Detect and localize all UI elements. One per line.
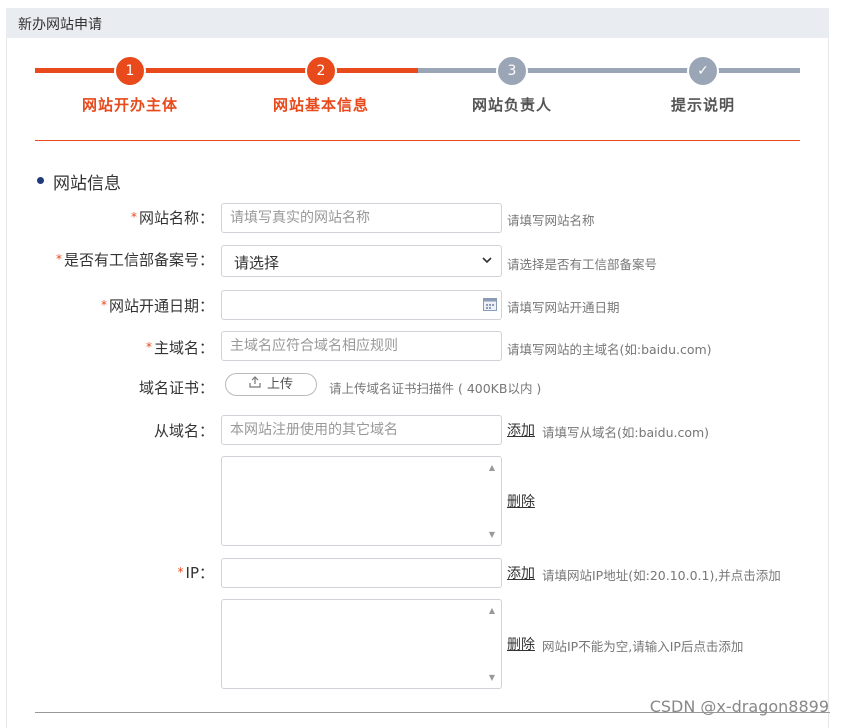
upload-button-label: 上传 (266, 377, 293, 392)
site-name-hint: 请填写网站名称 (507, 213, 595, 228)
ip-add-link[interactable]: 添加 (507, 563, 535, 583)
scroll-down-icon[interactable]: ▼ (489, 673, 495, 682)
step-1-label: 网站开办主体 (81, 96, 178, 114)
site-name-input[interactable] (221, 203, 502, 233)
scroll-down-icon[interactable]: ▼ (489, 530, 495, 539)
panel-header: 新办网站申请 (6, 8, 829, 38)
main-domain-label: * 主域名： (145, 339, 214, 357)
ip-listbox[interactable]: ▲ ▼ (221, 599, 502, 689)
main-domain-input[interactable] (221, 331, 502, 361)
scroll-up-icon[interactable]: ▲ (489, 463, 495, 472)
step-2-label: 网站基本信息 (272, 96, 369, 114)
ip-input[interactable] (221, 558, 502, 588)
section-title: 网站信息 (53, 174, 121, 194)
main-domain-hint: 请填写网站的主域名(如:baidu.com) (507, 342, 712, 357)
site-name-label: * 网站名称： (130, 209, 214, 227)
step-4-check-icon: ✓ (687, 55, 719, 87)
watermark: CSDN @x-dragon8899 (649, 697, 829, 716)
chevron-down-icon (481, 250, 493, 274)
icp-hint: 请选择是否有工信部备案号 (507, 257, 658, 272)
panel-title: 新办网站申请 (18, 17, 102, 33)
open-date-input[interactable] (221, 290, 502, 320)
stepper-divider (35, 140, 800, 141)
open-date-hint: 请填写网站开通日期 (507, 300, 620, 315)
ip-hint: 请填网站IP地址(如:20.10.0.1),并点击添加 (542, 568, 781, 583)
progress-track-todo (418, 68, 800, 73)
icp-label: * 是否有工信部备案号： (55, 251, 214, 269)
sub-domain-delete-link[interactable]: 删除 (507, 491, 535, 511)
icp-select-value: 请选择 (234, 254, 280, 272)
sub-domain-listbox[interactable]: ▲ ▼ (221, 456, 502, 546)
required-mark: * (130, 210, 137, 224)
progress-track-done (35, 68, 418, 73)
scroll-up-icon[interactable]: ▲ (489, 606, 495, 615)
domain-cert-label: 域名证书： (138, 379, 214, 397)
ip-label: * IP： (177, 564, 214, 582)
sub-domain-input[interactable] (221, 415, 502, 445)
domain-cert-hint: 请上传域名证书扫描件 ( 400KB以内 ) (329, 381, 542, 396)
step-2-circle: 2 (305, 55, 337, 87)
sub-domain-hint: 请填写从域名(如:baidu.com) (542, 425, 710, 440)
upload-button[interactable]: 上传 (225, 373, 317, 396)
sub-domain-add-link[interactable]: 添加 (507, 420, 535, 440)
step-3-circle: 3 (496, 55, 528, 87)
required-mark: * (145, 340, 152, 354)
sub-domain-label: 从域名： (153, 422, 214, 440)
open-date-label: * 网站开通日期： (100, 297, 214, 315)
step-3-label: 网站负责人 (471, 96, 552, 114)
step-1-circle: 1 (114, 55, 146, 87)
ip-delete-hint: 网站IP不能为空,请输入IP后点击添加 (542, 639, 744, 654)
required-mark: * (100, 298, 107, 312)
ip-delete-link[interactable]: 删除 (507, 634, 535, 654)
required-mark: * (177, 565, 184, 579)
step-4-label: 提示说明 (670, 96, 735, 114)
icp-select[interactable]: 请选择 (221, 245, 502, 277)
section-bullet-icon (37, 177, 44, 184)
required-mark: * (55, 252, 62, 266)
upload-icon (249, 374, 261, 395)
calendar-icon[interactable] (483, 297, 497, 311)
